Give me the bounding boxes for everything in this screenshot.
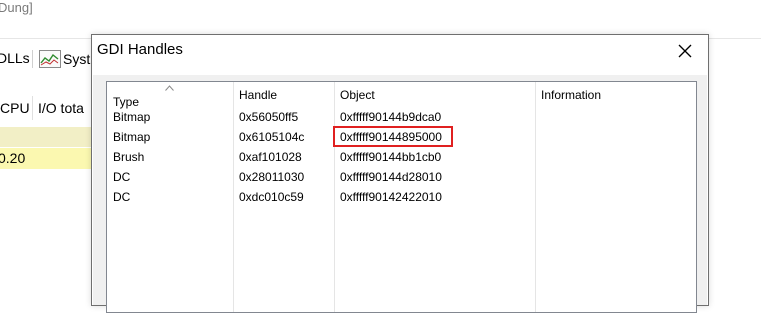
handle-cell: 0x28011030 bbox=[239, 170, 305, 184]
table-row[interactable]: Bitmap 0x56050ff5 0xfffff90144b9dca0 bbox=[107, 108, 696, 128]
highlight-annotation-box bbox=[333, 126, 453, 147]
close-icon bbox=[678, 44, 692, 58]
object-cell: 0xfffff90144d28010 bbox=[340, 170, 442, 184]
dlls-toolbar-label: DLLs bbox=[0, 50, 30, 66]
column-header-label: Handle bbox=[239, 88, 278, 102]
cpu-value: 0.20 bbox=[0, 150, 26, 166]
handle-cell: 0xdc010c59 bbox=[239, 190, 304, 204]
column-header-object[interactable]: Object bbox=[334, 88, 375, 106]
background-table-row[interactable]: 0.20 bbox=[0, 148, 95, 169]
gdi-handles-dialog: GDI Handles Type Handle Object Informati… bbox=[91, 34, 709, 313]
column-header-label: Information bbox=[541, 88, 602, 102]
system-toolbar-label: Syst bbox=[63, 51, 91, 67]
io-total-column-header[interactable]: I/O tota bbox=[38, 100, 84, 116]
cpu-column-header[interactable]: CPU bbox=[0, 100, 30, 116]
type-cell: Bitmap bbox=[113, 110, 151, 124]
table-row[interactable]: DC 0x28011030 0xfffff90144d28010 bbox=[107, 168, 696, 188]
dlls-toolbar-button[interactable]: DLLs bbox=[0, 50, 30, 66]
type-cell: DC bbox=[113, 190, 131, 204]
background-window-titlebar: Dung] bbox=[0, 0, 761, 28]
system-chart-icon bbox=[39, 50, 61, 68]
column-header-handle[interactable]: Handle bbox=[233, 88, 277, 106]
background-window-title: Dung] bbox=[0, 0, 33, 15]
object-cell: 0xfffff90142422010 bbox=[340, 190, 442, 204]
system-toolbar-button[interactable]: Syst bbox=[39, 50, 90, 68]
table-row[interactable]: Brush 0xaf101028 0xfffff90144bb1cb0 bbox=[107, 148, 696, 168]
gdi-handles-list[interactable]: Type Handle Object Information Bitmap 0x… bbox=[106, 81, 697, 313]
sort-ascending-icon bbox=[165, 85, 174, 91]
object-cell: 0xfffff90144bb1cb0 bbox=[340, 150, 442, 164]
type-cell: DC bbox=[113, 170, 131, 184]
handle-cell: 0xaf101028 bbox=[239, 150, 302, 164]
list-header: Type Handle Object Information bbox=[107, 82, 696, 109]
handle-cell: 0x6105104c bbox=[239, 130, 305, 144]
type-cell: Brush bbox=[113, 150, 145, 164]
dialog-body: Type Handle Object Information Bitmap 0x… bbox=[93, 75, 707, 313]
table-row[interactable]: DC 0xdc010c59 0xfffff90142422010 bbox=[107, 188, 696, 208]
column-header-information[interactable]: Information bbox=[535, 88, 601, 106]
object-cell: 0xfffff90144b9dca0 bbox=[340, 110, 442, 124]
column-header-label: Type bbox=[113, 95, 140, 109]
close-button[interactable] bbox=[672, 40, 698, 62]
background-table-row[interactable] bbox=[0, 127, 95, 147]
column-header-label: Object bbox=[340, 88, 375, 102]
toolbar-separator bbox=[32, 50, 33, 68]
handle-cell: 0x56050ff5 bbox=[239, 110, 299, 124]
dialog-title: GDI Handles bbox=[97, 41, 183, 58]
type-cell: Bitmap bbox=[113, 130, 151, 144]
column-divider[interactable] bbox=[32, 96, 33, 120]
